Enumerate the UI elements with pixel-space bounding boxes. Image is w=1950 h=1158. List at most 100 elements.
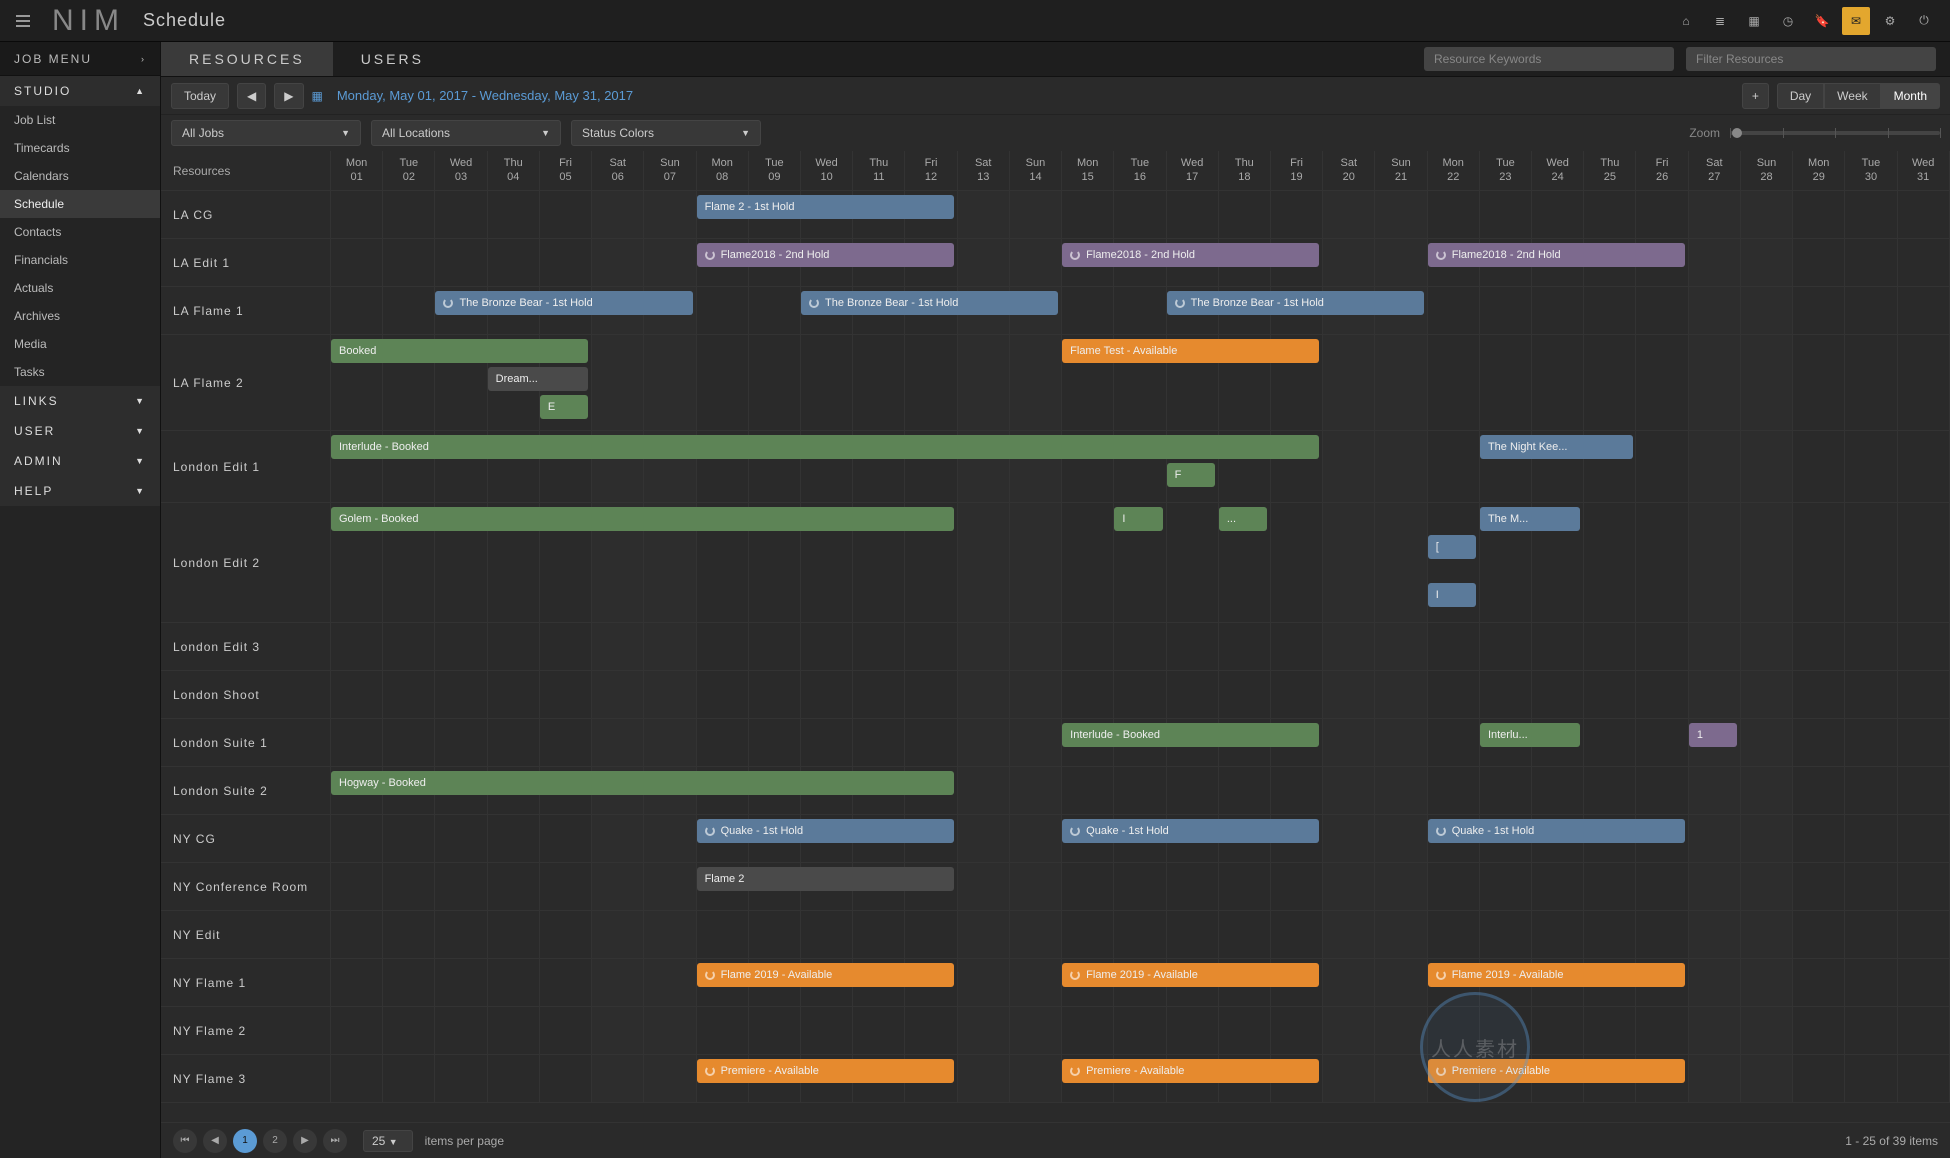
event-bar[interactable]: Flame2018 - 2nd Hold — [1428, 243, 1685, 267]
event-bar[interactable]: Flame 2019 - Available — [1428, 963, 1685, 987]
event-bar[interactable]: 1 — [1689, 723, 1737, 747]
sidebar-item-archives[interactable]: Archives — [0, 302, 160, 330]
locations-select[interactable]: All Locations▼ — [371, 120, 561, 146]
view-month-button[interactable]: Month — [1881, 83, 1940, 109]
sidebar-item-calendars[interactable]: Calendars — [0, 162, 160, 190]
event-bar[interactable]: Interlude - Booked — [1062, 723, 1319, 747]
sidebar-item-tasks[interactable]: Tasks — [0, 358, 160, 386]
job-menu[interactable]: JOB MENU › — [0, 42, 160, 76]
page-size-select[interactable]: 25 ▼ — [363, 1130, 413, 1152]
page-prev-button[interactable]: ◀ — [203, 1129, 227, 1153]
day-header: Mon08 — [697, 151, 749, 190]
gear-icon[interactable]: ⚙ — [1876, 7, 1904, 35]
jobs-select[interactable]: All Jobs▼ — [171, 120, 361, 146]
resources-column-header: Resources — [161, 151, 331, 190]
event-bar[interactable]: F — [1167, 463, 1215, 487]
sidebar-section-user[interactable]: USER▼ — [0, 416, 160, 446]
event-bar[interactable]: [ — [1428, 535, 1476, 559]
view-day-button[interactable]: Day — [1777, 83, 1824, 109]
resource-keywords-input[interactable] — [1424, 47, 1674, 71]
event-bar[interactable]: The Night Kee... — [1480, 435, 1633, 459]
sidebar-item-financials[interactable]: Financials — [0, 246, 160, 274]
date-range-label[interactable]: Monday, May 01, 2017 - Wednesday, May 31… — [337, 88, 633, 103]
page-last-button[interactable]: ⏭ — [323, 1129, 347, 1153]
sidebar-item-media[interactable]: Media — [0, 330, 160, 358]
today-button[interactable]: Today — [171, 83, 229, 109]
event-bar[interactable]: Interlude - Booked — [331, 435, 1319, 459]
sidebar-item-timecards[interactable]: Timecards — [0, 134, 160, 162]
day-header: Sun21 — [1375, 151, 1427, 190]
filter-resources-input[interactable] — [1686, 47, 1936, 71]
event-bar[interactable]: The Bronze Bear - 1st Hold — [1167, 291, 1424, 315]
sidebar-item-actuals[interactable]: Actuals — [0, 274, 160, 302]
sidebar-item-contacts[interactable]: Contacts — [0, 218, 160, 246]
page-first-button[interactable]: ⏮ — [173, 1129, 197, 1153]
event-bar[interactable]: Flame 2019 - Available — [1062, 963, 1319, 987]
event-bar[interactable]: Flame2018 - 2nd Hold — [1062, 243, 1319, 267]
sidebar-item-job-list[interactable]: Job List — [0, 106, 160, 134]
sidebar-item-schedule[interactable]: Schedule — [0, 190, 160, 218]
menu-icon[interactable] — [12, 11, 34, 31]
bookmark-icon[interactable]: 🔖 — [1808, 7, 1836, 35]
day-header: Thu18 — [1219, 151, 1271, 190]
day-header: Sat27 — [1689, 151, 1741, 190]
event-bar[interactable]: Flame 2 - 1st Hold — [697, 195, 954, 219]
chevron-right-icon: › — [141, 54, 146, 64]
colors-select[interactable]: Status Colors▼ — [571, 120, 761, 146]
mail-icon[interactable]: ✉ — [1842, 7, 1870, 35]
event-bar[interactable]: Quake - 1st Hold — [1428, 819, 1685, 843]
event-bar[interactable]: Quake - 1st Hold — [1062, 819, 1319, 843]
event-bar[interactable]: Quake - 1st Hold — [697, 819, 954, 843]
home-icon[interactable]: ⌂ — [1672, 7, 1700, 35]
view-week-button[interactable]: Week — [1824, 83, 1880, 109]
calendar-icon[interactable]: ▦ — [1740, 7, 1768, 35]
event-bar[interactable]: The Bronze Bear - 1st Hold — [435, 291, 692, 315]
event-bar[interactable]: Premiere - Available — [1428, 1059, 1685, 1083]
clock-icon[interactable]: ◷ — [1774, 7, 1802, 35]
event-bar[interactable]: Hogway - Booked — [331, 771, 954, 795]
event-bar[interactable]: The Bronze Bear - 1st Hold — [801, 291, 1058, 315]
event-bar[interactable]: Interlu... — [1480, 723, 1580, 747]
add-button[interactable]: + — [1742, 83, 1769, 109]
page-number-button[interactable]: 1 — [233, 1129, 257, 1153]
sidebar-section-links[interactable]: LINKS▼ — [0, 386, 160, 416]
event-bar[interactable]: I — [1114, 507, 1162, 531]
day-header: Tue16 — [1114, 151, 1166, 190]
event-bar[interactable]: Dream... — [488, 367, 588, 391]
event-bar[interactable]: Flame 2019 - Available — [697, 963, 954, 987]
event-bar[interactable]: Premiere - Available — [1062, 1059, 1319, 1083]
resource-label: London Shoot — [161, 671, 331, 718]
event-bar[interactable]: Booked — [331, 339, 588, 363]
event-bar[interactable]: ... — [1219, 507, 1267, 531]
event-bar[interactable]: E — [540, 395, 588, 419]
page-next-button[interactable]: ▶ — [293, 1129, 317, 1153]
resource-label: LA CG — [161, 191, 331, 238]
tab-row: RESOURCESUSERS — [161, 42, 1950, 77]
event-bar[interactable]: Flame2018 - 2nd Hold — [697, 243, 954, 267]
event-bar[interactable]: Flame 2 — [697, 867, 954, 891]
event-bar[interactable]: Flame Test - Available — [1062, 339, 1319, 363]
resource-label: London Edit 3 — [161, 623, 331, 670]
day-header: Sat20 — [1323, 151, 1375, 190]
event-bar[interactable]: The M... — [1480, 507, 1580, 531]
prev-button[interactable]: ◀ — [237, 83, 266, 109]
per-page-label: items per page — [425, 1134, 504, 1148]
day-header: Fri12 — [905, 151, 957, 190]
sidebar-section-admin[interactable]: ADMIN▼ — [0, 446, 160, 476]
day-header: Wed24 — [1532, 151, 1584, 190]
calendar-icon[interactable]: ▦ — [312, 89, 323, 103]
sidebar-section-help[interactable]: HELP▼ — [0, 476, 160, 506]
event-bar[interactable]: I — [1428, 583, 1476, 607]
tab-users[interactable]: USERS — [333, 42, 452, 76]
day-header: Wed31 — [1898, 151, 1950, 190]
topbar: NIM Schedule ⌂≣▦◷🔖✉⚙⏻ — [0, 0, 1950, 42]
list-icon[interactable]: ≣ — [1706, 7, 1734, 35]
page-number-button[interactable]: 2 — [263, 1129, 287, 1153]
power-icon[interactable]: ⏻ — [1910, 7, 1938, 35]
event-bar[interactable]: Golem - Booked — [331, 507, 954, 531]
event-bar[interactable]: Premiere - Available — [697, 1059, 954, 1083]
next-button[interactable]: ▶ — [274, 83, 303, 109]
tab-resources[interactable]: RESOURCES — [161, 42, 333, 76]
zoom-slider[interactable] — [1730, 131, 1940, 135]
sidebar-section-studio[interactable]: STUDIO▲ — [0, 76, 160, 106]
